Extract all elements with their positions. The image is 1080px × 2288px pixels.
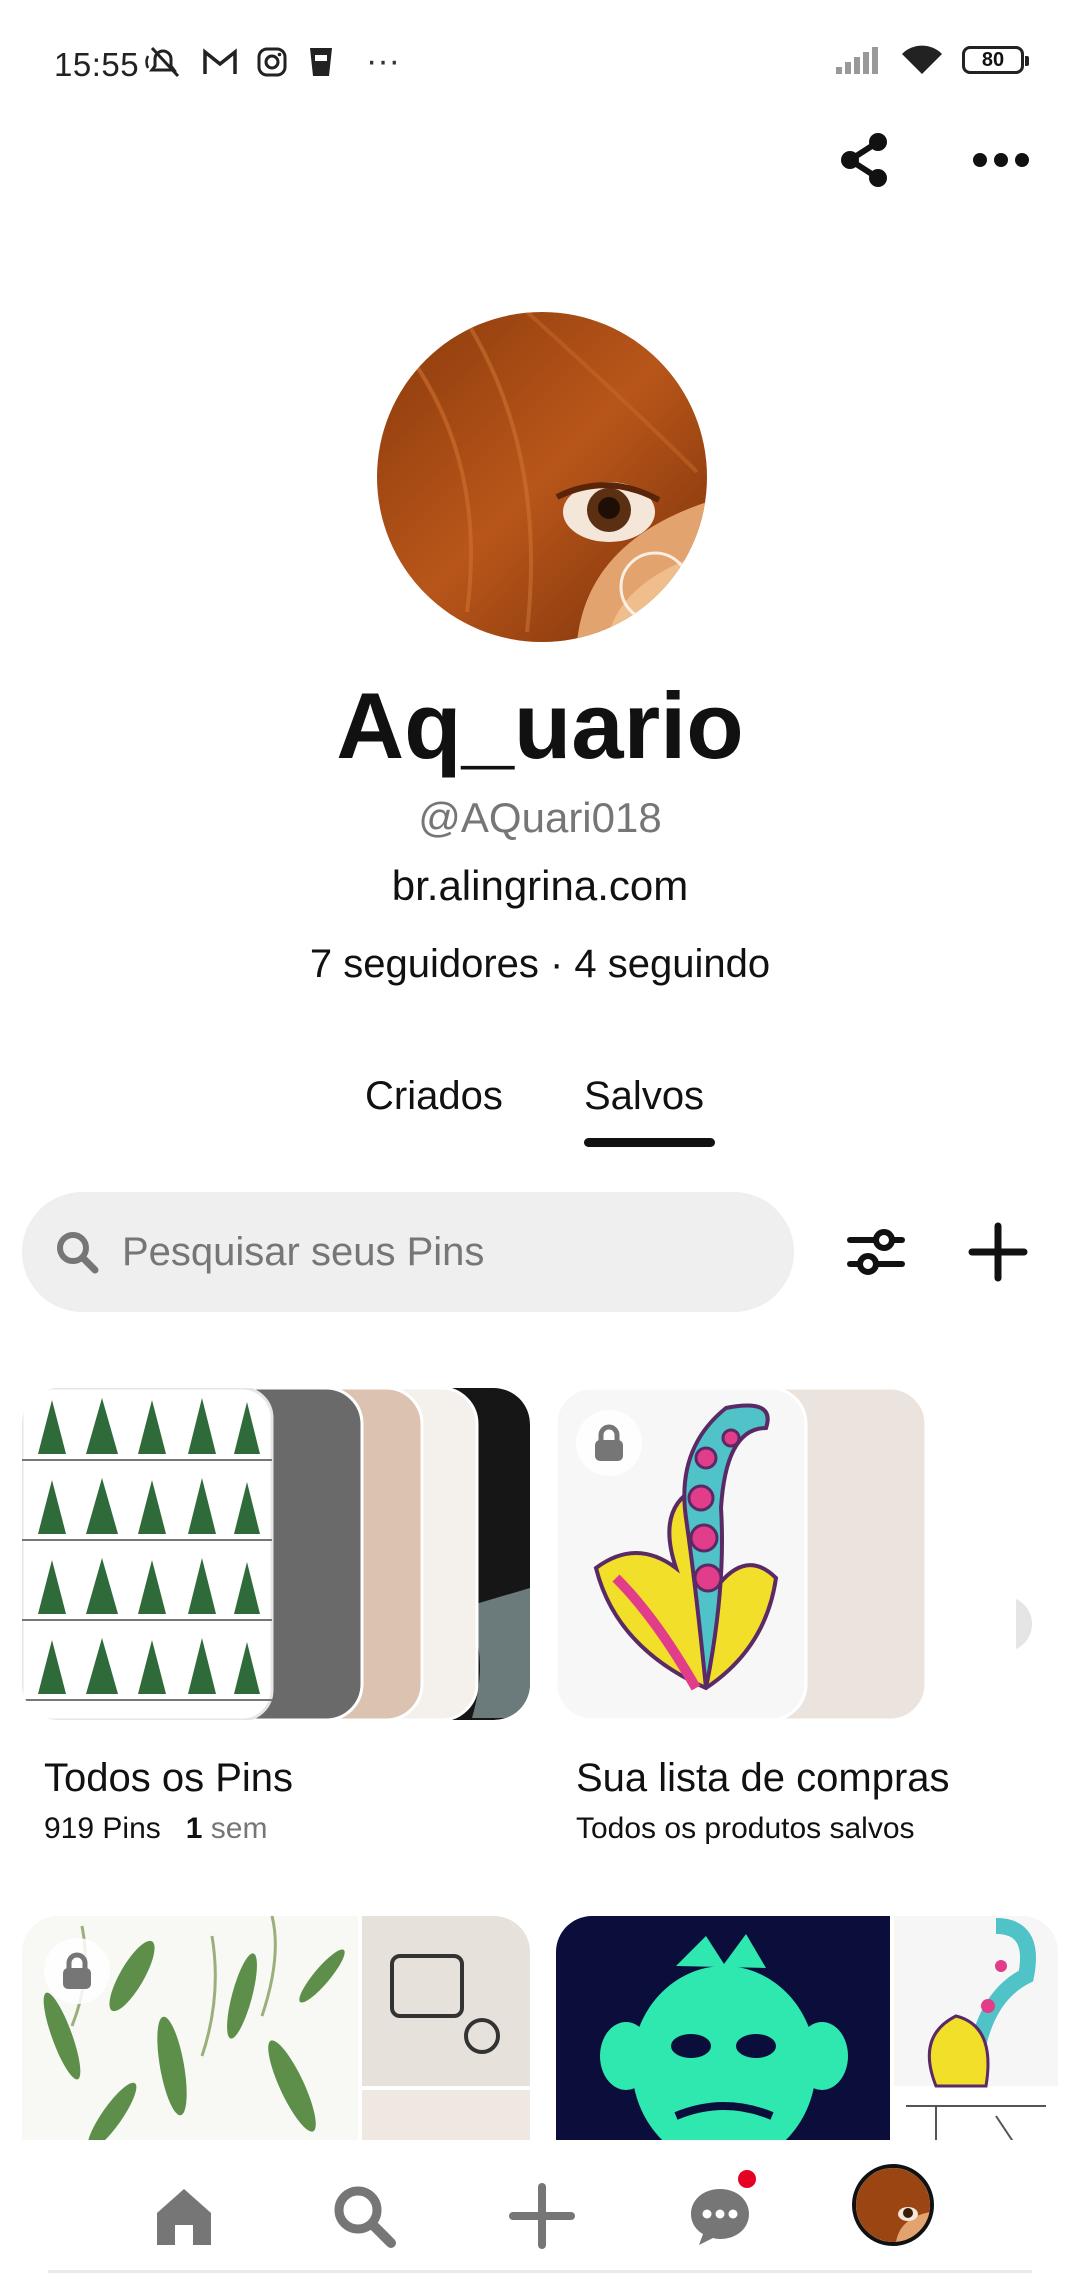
gmail-icon bbox=[203, 47, 237, 74]
battery-level: 80 bbox=[981, 48, 1005, 71]
share-icon[interactable] bbox=[836, 130, 892, 190]
avatar-image bbox=[377, 312, 707, 642]
messages-icon bbox=[691, 2189, 749, 2245]
mute-icon bbox=[145, 46, 180, 77]
status-system-icons: 80 bbox=[834, 44, 1029, 76]
search-icon bbox=[57, 1232, 99, 1274]
add-board-icon[interactable] bbox=[968, 1222, 1028, 1282]
nav-messages[interactable] bbox=[680, 2176, 760, 2256]
cup-icon bbox=[310, 47, 332, 76]
top-actions bbox=[836, 130, 1030, 190]
home-indicator bbox=[48, 2270, 1032, 2273]
more-options-icon[interactable] bbox=[972, 150, 1030, 170]
create-icon bbox=[509, 2183, 575, 2249]
search-icon bbox=[334, 2186, 396, 2248]
wifi-icon bbox=[902, 45, 942, 74]
lock-icon bbox=[576, 1410, 642, 1476]
tab-criados[interactable]: Criados bbox=[365, 1074, 503, 1119]
profile-website-link[interactable]: br.alingrina.com bbox=[0, 862, 1080, 910]
board-card[interactable] bbox=[22, 1916, 530, 2146]
nav-home[interactable] bbox=[144, 2176, 224, 2256]
filter-icon[interactable] bbox=[846, 1222, 906, 1282]
lock-icon bbox=[44, 1938, 110, 2004]
nav-search[interactable] bbox=[324, 2176, 404, 2256]
board-time-number: 1 bbox=[185, 1812, 203, 1845]
avatar-image bbox=[856, 2168, 930, 2242]
instagram-icon bbox=[257, 47, 287, 76]
search-bar[interactable] bbox=[22, 1192, 794, 1312]
status-time: 15:55 bbox=[54, 46, 140, 83]
status-more: ··· bbox=[366, 42, 400, 80]
notification-dot bbox=[738, 2170, 756, 2188]
board-name: Sua lista de compras bbox=[576, 1756, 950, 1800]
board-cover-stack bbox=[22, 1388, 530, 1720]
board-sua-lista-de-compras[interactable] bbox=[556, 1388, 1056, 1720]
nav-profile-avatar[interactable] bbox=[852, 2164, 934, 2246]
board-pin-count: 919 Pins bbox=[44, 1812, 161, 1845]
status-notification-icons: ··· bbox=[144, 42, 400, 81]
home-icon bbox=[157, 2189, 211, 2245]
profile-avatar[interactable] bbox=[377, 312, 707, 642]
board-time-unit: sem bbox=[210, 1812, 268, 1845]
follow-stats[interactable]: 7 seguidores · 4 seguindo bbox=[0, 942, 1080, 987]
tab-salvos[interactable]: Salvos bbox=[584, 1074, 704, 1119]
board-name: Todos os Pins bbox=[44, 1756, 294, 1800]
battery-icon: 80 bbox=[962, 46, 1029, 74]
signal-icon bbox=[836, 47, 878, 74]
board-meta: 919 Pins 1 sem bbox=[44, 1812, 267, 1846]
search-input[interactable] bbox=[120, 1228, 764, 1276]
profile-display-name: Aq_uario bbox=[336, 673, 744, 778]
board-subtitle: Todos os produtos salvos bbox=[576, 1812, 915, 1845]
board-cover bbox=[556, 1916, 1058, 2146]
profile-username: @AQuari018 bbox=[418, 794, 662, 841]
active-tab-indicator bbox=[584, 1138, 715, 1147]
nav-create[interactable] bbox=[502, 2176, 582, 2256]
board-todos-os-pins[interactable] bbox=[22, 1388, 530, 1720]
board-card[interactable] bbox=[556, 1916, 1058, 2146]
